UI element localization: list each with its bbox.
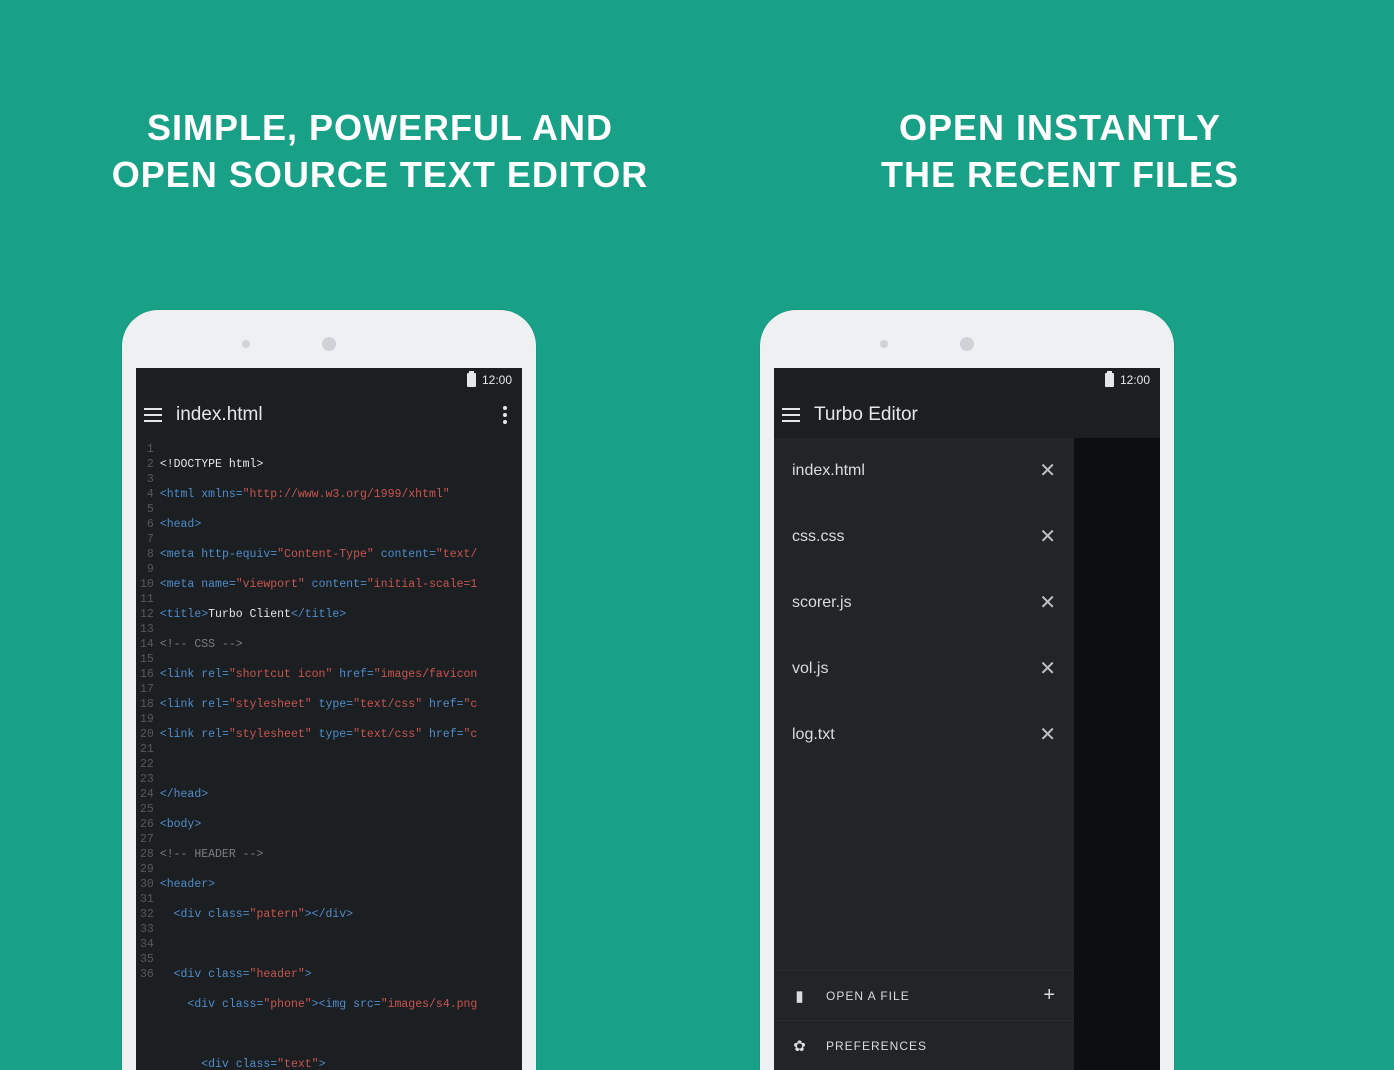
headline-line: OPEN SOURCE TEXT EDITOR <box>100 152 660 199</box>
file-icon: ▮ <box>792 987 808 1005</box>
headline-line: OPEN INSTANTLY <box>780 105 1340 152</box>
status-bar: 12:00 <box>774 368 1160 392</box>
app-bar: index.html <box>136 392 522 438</box>
promo-headline-right: OPEN INSTANTLY THE RECENT FILES <box>780 105 1340 199</box>
close-icon[interactable]: ✕ <box>1039 659 1056 679</box>
gear-icon: ✿ <box>792 1037 808 1055</box>
recent-file-name: index.html <box>792 462 865 480</box>
recent-file-item[interactable]: log.txt ✕ <box>774 702 1074 768</box>
recent-file-item[interactable]: scorer.js ✕ <box>774 570 1074 636</box>
app-title: index.html <box>176 404 482 426</box>
app-title: Turbo Editor <box>814 404 1152 426</box>
recent-file-item[interactable]: index.html ✕ <box>774 438 1074 504</box>
close-icon[interactable]: ✕ <box>1039 461 1056 481</box>
close-icon[interactable]: ✕ <box>1039 725 1056 745</box>
preferences-action[interactable]: ✿ PREFERENCES <box>774 1020 1074 1070</box>
promo-headline-left: SIMPLE, POWERFUL AND OPEN SOURCE TEXT ED… <box>100 105 660 199</box>
plus-icon: + <box>1043 984 1056 1007</box>
recent-file-item[interactable]: css.css ✕ <box>774 504 1074 570</box>
app-bar: Turbo Editor <box>774 392 1160 438</box>
battery-icon <box>467 373 476 387</box>
screen-left: 12:00 index.html 12345678910111213141516… <box>136 368 522 1070</box>
hamburger-icon[interactable] <box>144 408 162 422</box>
headline-line: SIMPLE, POWERFUL AND <box>100 105 660 152</box>
battery-icon <box>1105 373 1114 387</box>
overflow-menu-icon[interactable] <box>496 402 514 428</box>
scrim-overlay[interactable] <box>1074 438 1160 1070</box>
recent-file-name: css.css <box>792 528 844 546</box>
device-frame-right: 12:00 Turbo Editor index.html ✕ css.css … <box>760 310 1174 1070</box>
action-label: OPEN A FILE <box>826 989 910 1003</box>
recent-file-name: vol.js <box>792 660 828 678</box>
recent-file-name: log.txt <box>792 726 835 744</box>
status-bar: 12:00 <box>136 368 522 392</box>
code-editor[interactable]: 1234567891011121314151617181920212223242… <box>136 438 522 1070</box>
status-time: 12:00 <box>1120 373 1150 387</box>
open-file-action[interactable]: ▮ OPEN A FILE + <box>774 970 1074 1020</box>
close-icon[interactable]: ✕ <box>1039 527 1056 547</box>
hamburger-icon[interactable] <box>782 408 800 422</box>
recent-files-drawer: index.html ✕ css.css ✕ scorer.js ✕ vol.j… <box>774 438 1074 1070</box>
action-label: PREFERENCES <box>826 1039 927 1053</box>
close-icon[interactable]: ✕ <box>1039 593 1056 613</box>
headline-line: THE RECENT FILES <box>780 152 1340 199</box>
status-time: 12:00 <box>482 373 512 387</box>
recent-file-name: scorer.js <box>792 594 852 612</box>
line-number-gutter: 1234567891011121314151617181920212223242… <box>136 438 160 1070</box>
recent-file-item[interactable]: vol.js ✕ <box>774 636 1074 702</box>
screen-right: 12:00 Turbo Editor index.html ✕ css.css … <box>774 368 1160 1070</box>
device-frame-left: 12:00 index.html 12345678910111213141516… <box>122 310 536 1070</box>
code-content[interactable]: <!DOCTYPE html> <html xmlns="http://www.… <box>160 438 498 1070</box>
